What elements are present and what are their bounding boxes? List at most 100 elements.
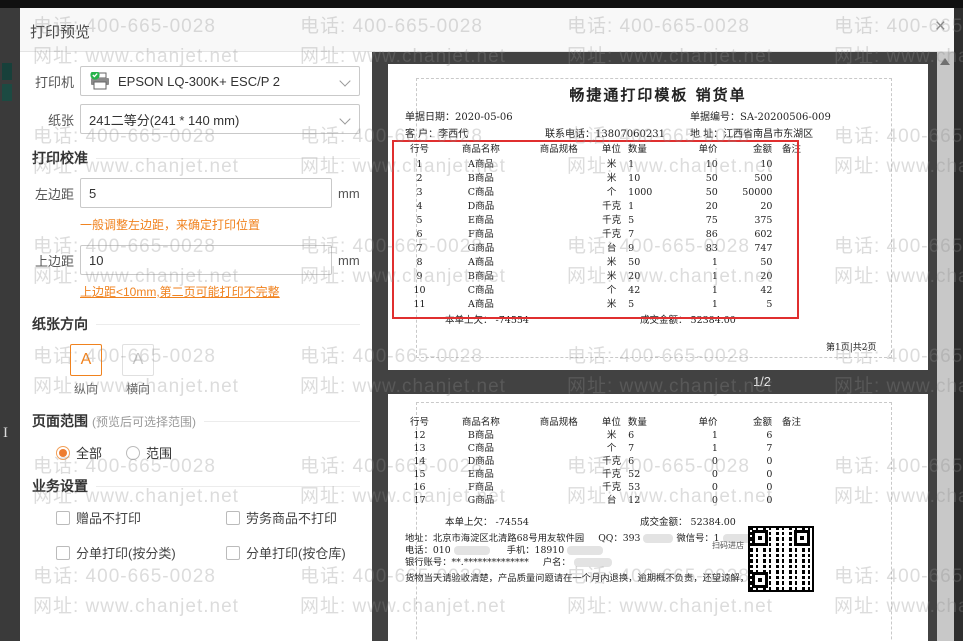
- qr-caption: 扫码进店: [712, 541, 744, 550]
- print-preview-dialog: 打印预览 × 打印机 EPSON LQ-300K+ ESC/P 2 纸张 241…: [20, 8, 954, 641]
- page-range-radio-range[interactable]: 范围: [126, 443, 172, 462]
- table-cell: [772, 455, 800, 468]
- page-range-options: 全部 范围: [56, 443, 360, 462]
- orientation-a-glyph: A: [122, 344, 154, 376]
- business-checkbox-1[interactable]: 劳务商品不打印: [226, 508, 396, 527]
- qr-code: [748, 526, 814, 592]
- top-margin-value: 10: [89, 252, 104, 268]
- divider: [96, 485, 360, 487]
- orientation-label: 横向: [125, 382, 150, 396]
- scroll-up-icon[interactable]: [940, 58, 950, 65]
- doc-contact-phone: 联系电话：13807060231: [545, 129, 665, 140]
- redacted-blur: [573, 558, 612, 567]
- table-cell: G商品: [467, 495, 495, 506]
- table-cell: [523, 494, 595, 507]
- top-margin-hint: 上边距<10mm,第二页可能打印不完整: [80, 285, 280, 299]
- qr-finder: [752, 572, 768, 588]
- top-margin-label: 上边距: [34, 253, 74, 269]
- info-text: 户名：: [542, 557, 571, 568]
- top-margin-row: 上边距 10 mm: [32, 245, 360, 275]
- table-cell: 7: [766, 443, 773, 454]
- table-header-cell: 金额: [752, 417, 772, 428]
- business-checkbox-3[interactable]: 分单打印(按仓库): [226, 543, 396, 562]
- table-cell: 0: [711, 456, 718, 467]
- page1-footer: 第1页|共2页: [826, 343, 877, 353]
- table-cell: 13: [413, 443, 426, 454]
- preview-scrollbar[interactable]: [937, 52, 954, 641]
- return-policy-note: 货物当天请验收清楚，产品质量问题请在一个月内退换，逾期概不负责，还望谅解，谢谢合…: [405, 573, 796, 584]
- page-range-radio-all[interactable]: 全部: [56, 443, 102, 462]
- table-cell: [772, 494, 800, 507]
- close-icon[interactable]: ×: [935, 17, 946, 36]
- table-cell: C商品: [467, 443, 495, 454]
- table-cell: [772, 468, 800, 481]
- background-left-strip: I: [0, 8, 20, 641]
- orientation-label: 纵向: [73, 382, 98, 396]
- business-checkbox-2[interactable]: 分单打印(按分类): [56, 543, 226, 562]
- preview-page-1: 畅捷通打印模板 销货单 单据日期：2020-05-06 单据编号：SA-2020…: [388, 64, 928, 370]
- section-page-range-title: 页面范围: [32, 413, 88, 429]
- section-business-title: 业务设置: [32, 478, 88, 494]
- radio-label: 全部: [76, 446, 103, 461]
- os-top-bar: [0, 0, 963, 8]
- seller-bank-line: 银行账号：**.************** 户名：: [405, 554, 615, 568]
- orientation-options: A 纵向 A 横向: [70, 344, 360, 397]
- orientation-option-landscape[interactable]: A 横向: [122, 344, 154, 397]
- checkbox-icon: [56, 545, 70, 560]
- preview-page-2: 行号 商品名称 商品规格 单位 数量 单价 金额 备注 12 B商品米 6 1 6 13 C商品个 7 1 7 14…: [388, 394, 928, 641]
- table-header-cell: 备注: [782, 417, 802, 428]
- total-summary: 成交金额： 52384.00: [640, 517, 736, 528]
- table-cell: 6: [766, 430, 773, 441]
- table-cell: 1: [711, 430, 718, 441]
- section-page-range: 页面范围 (预览后可选择范围): [32, 411, 360, 431]
- items-table-page2: 行号 商品名称 商品规格 单位 数量 单价 金额 备注 12 B商品米 6 1 6 13 C商品个 7 1 7 14…: [400, 416, 802, 507]
- table-cell: 米: [606, 430, 617, 441]
- section-calibration: 打印校准: [32, 148, 360, 168]
- table-cell: 6: [628, 456, 635, 467]
- redacted-blur: [643, 534, 674, 543]
- section-page-range-note: (预览后可选择范围): [92, 414, 196, 429]
- radio-icon: [126, 445, 141, 460]
- checkbox-label: 赠品不打印: [76, 511, 142, 526]
- section-calibration-title: 打印校准: [32, 150, 88, 166]
- table-row: 17 G商品 台 12 0 0: [400, 494, 800, 507]
- table-cell: [772, 429, 800, 442]
- info-text: 银行账号：**.**************: [405, 557, 529, 568]
- table-cell: 千克: [602, 456, 622, 467]
- left-margin-value: 5: [89, 185, 97, 201]
- table-cell: [523, 468, 595, 481]
- table-cell: 12: [628, 495, 641, 506]
- table-cell: 0: [766, 456, 773, 467]
- left-margin-unit: mm: [338, 185, 360, 201]
- table-cell: 53: [628, 482, 641, 493]
- table-cell: 7: [628, 443, 635, 454]
- table-cell: 1: [711, 443, 718, 454]
- table-cell: D商品: [467, 456, 495, 467]
- printer-select[interactable]: EPSON LQ-300K+ ESC/P 2: [80, 66, 360, 96]
- chevron-down-icon: [339, 113, 351, 125]
- table-cell: 15: [413, 469, 426, 480]
- table-row: 16 F商品 千克 53 0 0: [400, 481, 800, 494]
- orientation-option-portrait[interactable]: A 纵向: [70, 344, 102, 397]
- business-checkbox-0[interactable]: 赠品不打印: [56, 508, 226, 527]
- left-margin-input[interactable]: 5: [80, 178, 332, 208]
- orientation-a-glyph: A: [70, 344, 102, 376]
- qr-finder: [794, 530, 810, 546]
- table-cell: 16: [413, 482, 426, 493]
- paper-select-value: 241二等分(241 * 140 mm): [89, 112, 240, 128]
- qr-finder: [752, 530, 768, 546]
- section-orientation: 纸张方向: [32, 314, 360, 334]
- table-cell: [772, 442, 800, 455]
- checkbox-icon: [56, 510, 70, 525]
- screen: { "watermark": { "phone_text": "电话: 400-…: [0, 0, 963, 641]
- table-header-cell: 商品名称: [461, 417, 500, 428]
- top-margin-input[interactable]: 10: [80, 245, 332, 275]
- preview-pages: 畅捷通打印模板 销货单 单据日期：2020-05-06 单据编号：SA-2020…: [372, 52, 937, 641]
- doc-number: 单据编号：SA-20200506-009: [690, 112, 831, 123]
- paper-select[interactable]: 241二等分(241 * 140 mm): [80, 104, 360, 134]
- table-header-cell: 商品规格: [539, 417, 578, 428]
- table-cell: 0: [766, 482, 773, 493]
- print-settings-panel: 打印机 EPSON LQ-300K+ ESC/P 2 纸张 241二等分(241…: [20, 52, 372, 641]
- table-cell: 0: [711, 469, 718, 480]
- radio-label: 范围: [146, 446, 173, 461]
